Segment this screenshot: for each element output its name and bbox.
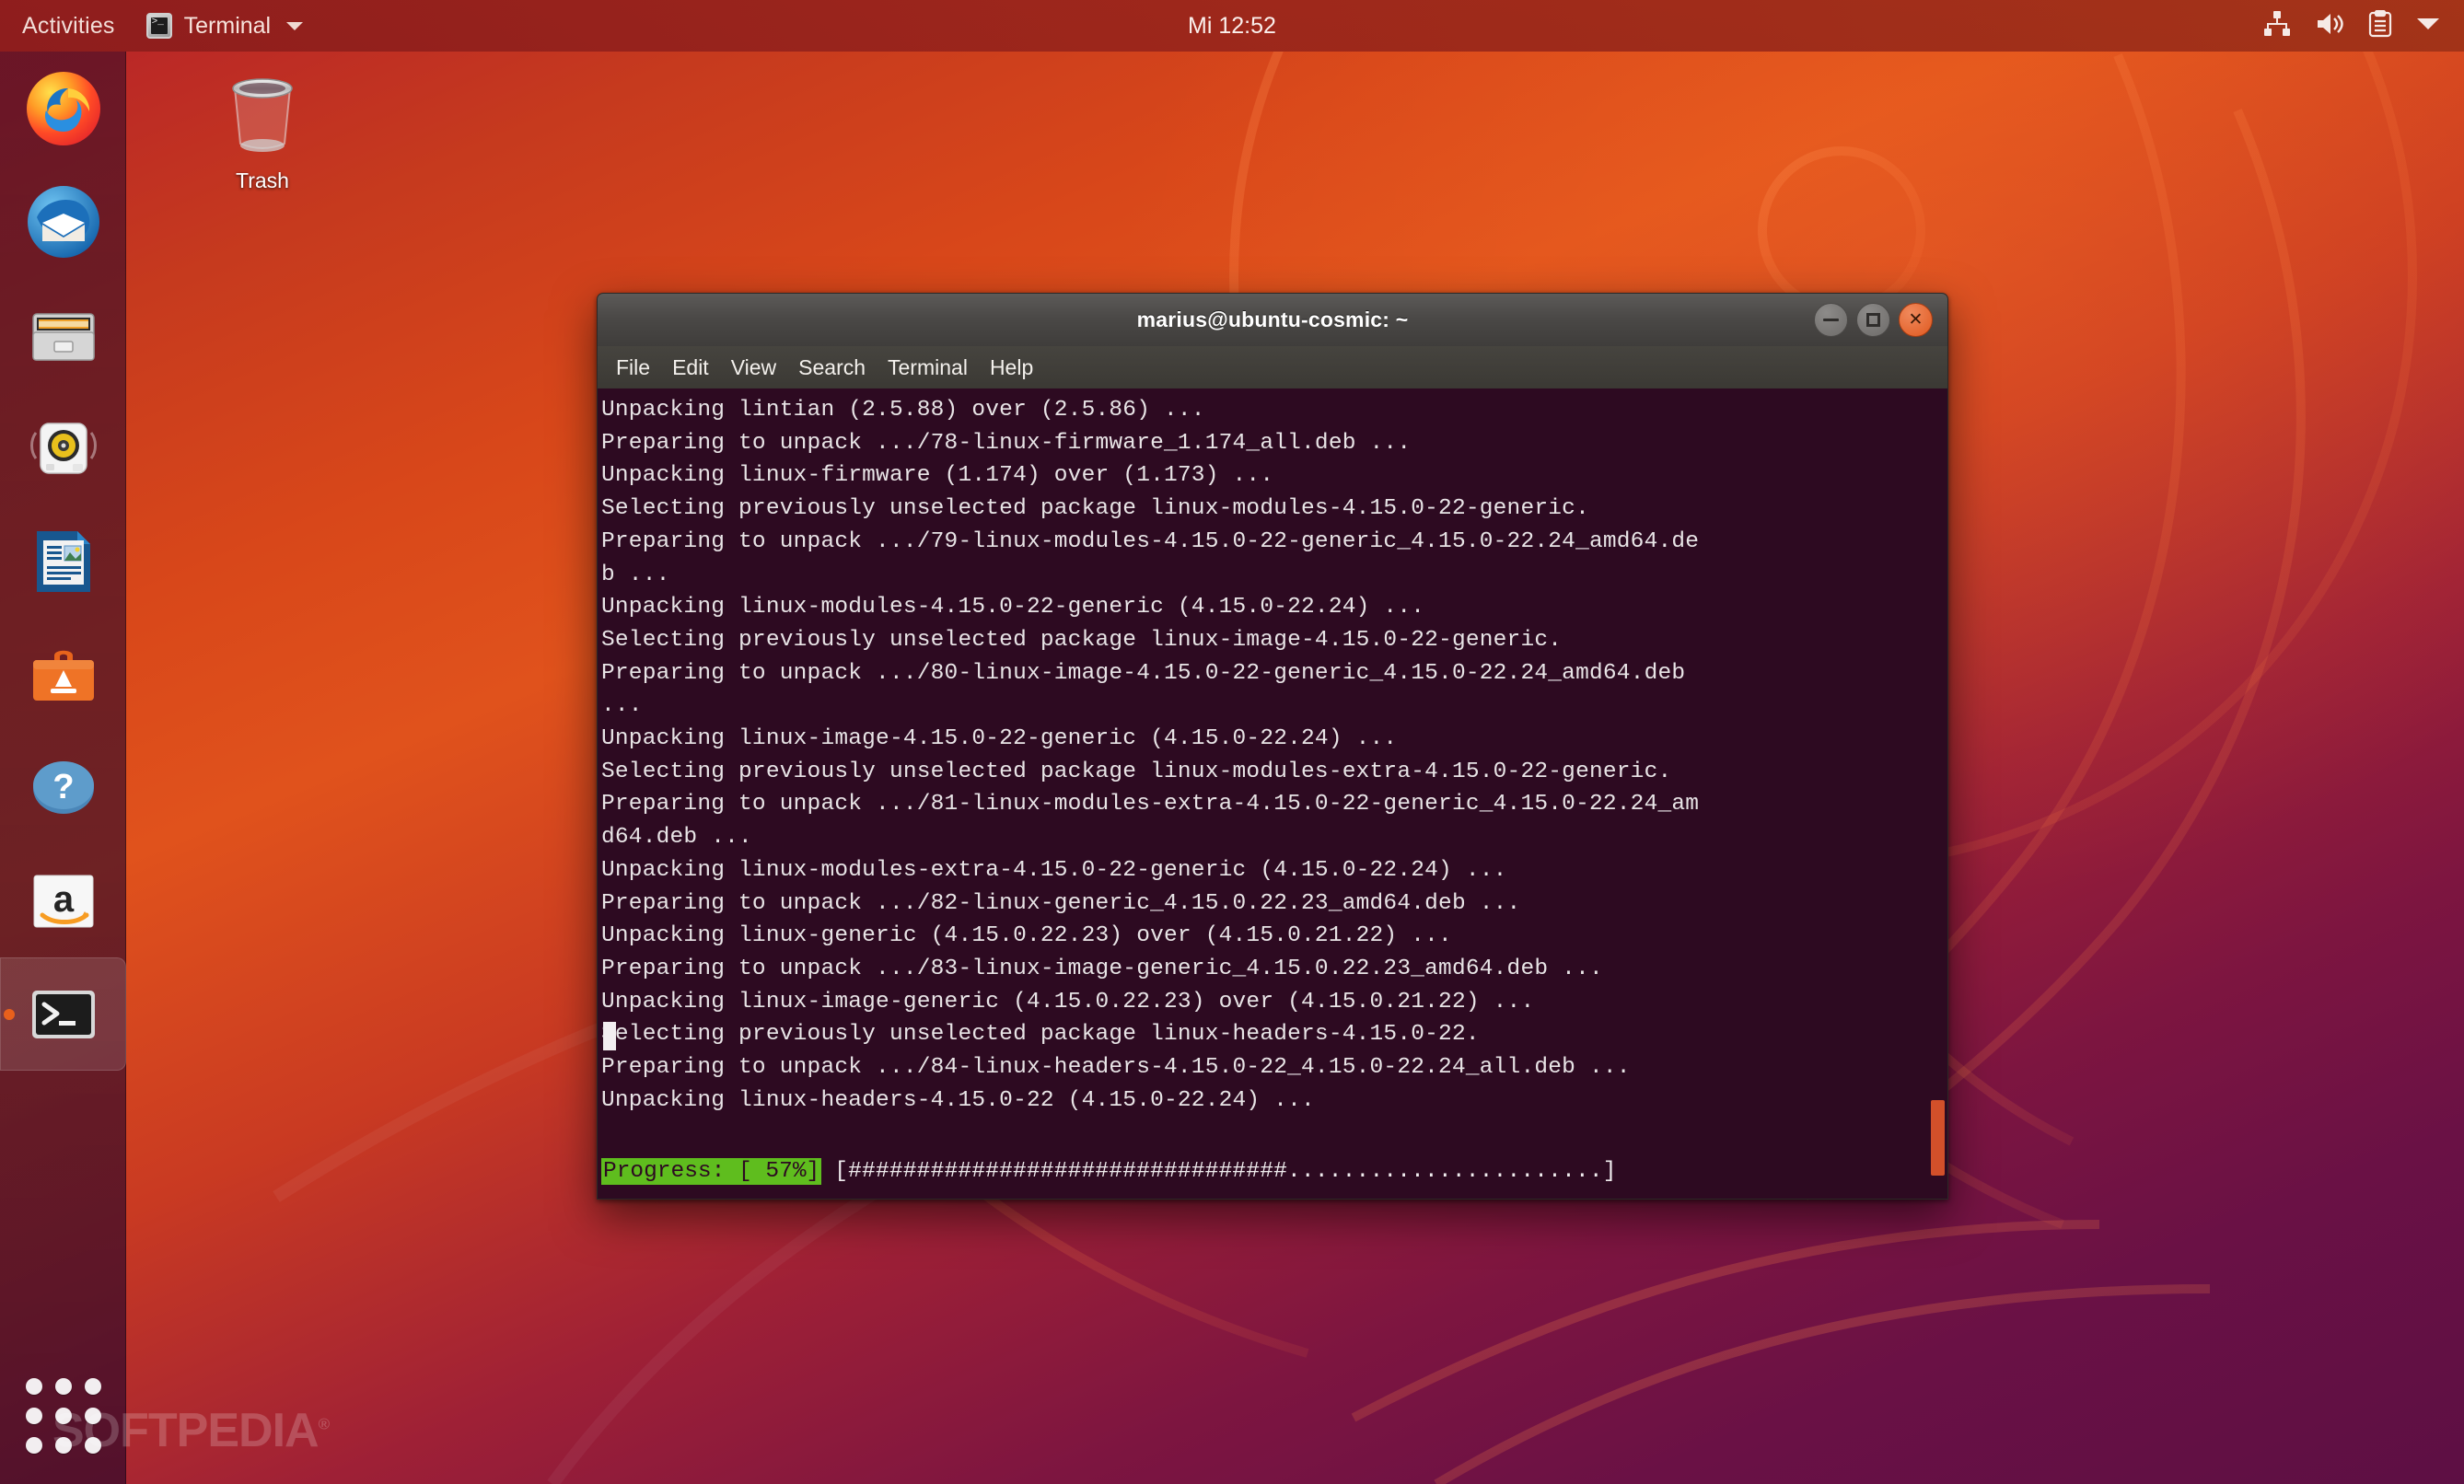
watermark-text: SOFTPEDIA [52,1404,320,1457]
menu-search[interactable]: Search [788,352,876,384]
watermark: SOFTPEDIA® [52,1403,330,1458]
app-menu-button[interactable]: Terminal [134,0,316,52]
launcher-item-libreoffice-writer[interactable] [0,504,126,618]
terminal-line: d64.deb ... [601,825,752,851]
minimize-icon[interactable] [1814,303,1848,337]
terminal-menubar[interactable]: File Edit View Search Terminal Help [597,346,1948,388]
terminal-window[interactable]: marius@ubuntu-cosmic: ~ ✕ File Edit View… [597,293,1948,1200]
progress-bar: [################################.......… [834,1158,1617,1184]
menu-terminal[interactable]: Terminal [878,352,978,384]
terminal-line: Preparing to unpack .../80-linux-image-4… [601,660,1686,686]
terminal-line: Selecting previously unselected package … [601,759,1672,784]
launcher-item-rhythmbox[interactable] [0,391,126,504]
terminal-line: Unpacking linux-generic (4.15.0.22.23) o… [601,923,1452,949]
rhythmbox-icon [24,409,103,488]
launcher-item-amazon[interactable]: a [0,844,126,957]
terminal-line: Unpacking linux-image-4.15.0-22-generic … [601,726,1398,752]
amazon-icon: a [24,862,103,941]
terminal-screen[interactable]: Unpacking lintian (2.5.88) over (2.5.86)… [597,388,1948,1200]
launcher-item-files[interactable] [0,278,126,391]
svg-text:a: a [52,879,74,920]
svg-text:?: ? [52,768,74,806]
progress-label: Progress: [ 57%] [601,1157,822,1185]
system-tray[interactable] [2263,9,2464,42]
terminal-line: Preparing to unpack .../83-linux-image-g… [601,956,1603,981]
libreoffice-writer-icon [24,522,103,601]
thunderbird-icon [24,182,103,261]
help-icon: ? [24,748,103,828]
apt-progress-row: Progress: [ 57%] [######################… [601,1154,1617,1188]
terminal-line: Preparing to unpack .../81-linux-modules… [601,792,1700,817]
menu-edit[interactable]: Edit [662,352,719,384]
terminal-scrollbar[interactable] [1931,388,1947,1199]
activities-button[interactable]: Activities [0,0,134,52]
menu-view[interactable]: View [721,352,786,384]
terminal-line: Selecting previously unselected package … [601,496,1589,522]
launcher-item-firefox[interactable] [0,52,126,165]
terminal-line: Unpacking linux-firmware (1.174) over (1… [601,463,1274,489]
menu-help[interactable]: Help [980,352,1043,384]
clipboard-icon[interactable] [2368,9,2392,42]
launcher-item-help[interactable]: ? [0,731,126,844]
terminal-line: Selecting previously unselected package … [601,1022,1480,1048]
menu-file[interactable]: File [606,352,660,384]
terminal-icon [24,975,103,1054]
terminal-line: Selecting previously unselected package … [601,627,1563,653]
terminal-line: Preparing to unpack .../79-linux-modules… [601,528,1700,554]
close-icon[interactable]: ✕ [1899,303,1933,337]
chevron-down-icon[interactable] [2416,16,2440,37]
top-bar[interactable]: Activities Terminal Mi 12:52 [0,0,2464,52]
desktop-icon-trash[interactable]: Trash [189,66,336,193]
launcher-item-terminal[interactable] [0,957,126,1071]
scrollbar-thumb[interactable] [1931,1100,1945,1176]
launcher-item-thunderbird[interactable] [0,165,126,278]
chevron-down-icon [286,21,304,30]
terminal-line: b ... [601,562,670,587]
terminal-line: Unpacking linux-image-generic (4.15.0.22… [601,989,1535,1014]
terminal-icon [145,13,172,39]
terminal-output: Unpacking lintian (2.5.88) over (2.5.86)… [601,394,1947,1117]
terminal-line: Preparing to unpack .../82-linux-generic… [601,890,1521,916]
terminal-line: ... [601,693,643,719]
volume-icon[interactable] [2315,10,2344,42]
terminal-line: Preparing to unpack .../84-linux-headers… [601,1055,1631,1081]
desktop-icon-label: Trash [236,168,289,192]
terminal-line: Unpacking linux-headers-4.15.0-22 (4.15.… [601,1087,1315,1113]
terminal-line: Unpacking linux-modules-4.15.0-22-generi… [601,595,1425,620]
launcher-item-ubuntu-software[interactable] [0,618,126,731]
terminal-cursor [603,1022,616,1050]
files-icon [24,296,103,375]
ubuntu-software-icon [24,635,103,714]
network-icon[interactable] [2263,10,2291,42]
window-title: marius@ubuntu-cosmic: ~ [1136,307,1409,331]
terminal-line: Unpacking lintian (2.5.88) over (2.5.86)… [601,398,1205,423]
terminal-line: Unpacking linux-modules-extra-4.15.0-22-… [601,857,1507,883]
app-menu-label: Terminal [183,12,272,39]
firefox-icon [24,69,103,148]
terminal-line: Preparing to unpack .../78-linux-firmwar… [601,430,1412,456]
watermark-mark: ® [318,1415,330,1433]
maximize-icon[interactable] [1856,303,1890,337]
desktop[interactable]: Trash ? a Activities >_ Terminal Mi 12:5… [0,0,2464,1484]
terminal-titlebar[interactable]: marius@ubuntu-cosmic: ~ ✕ [597,293,1948,346]
launcher-dock[interactable]: ? a [0,52,126,1484]
clock[interactable]: Mi 12:52 [0,13,2464,40]
window-controls[interactable]: ✕ [1814,303,1947,337]
trash-icon [232,78,293,152]
